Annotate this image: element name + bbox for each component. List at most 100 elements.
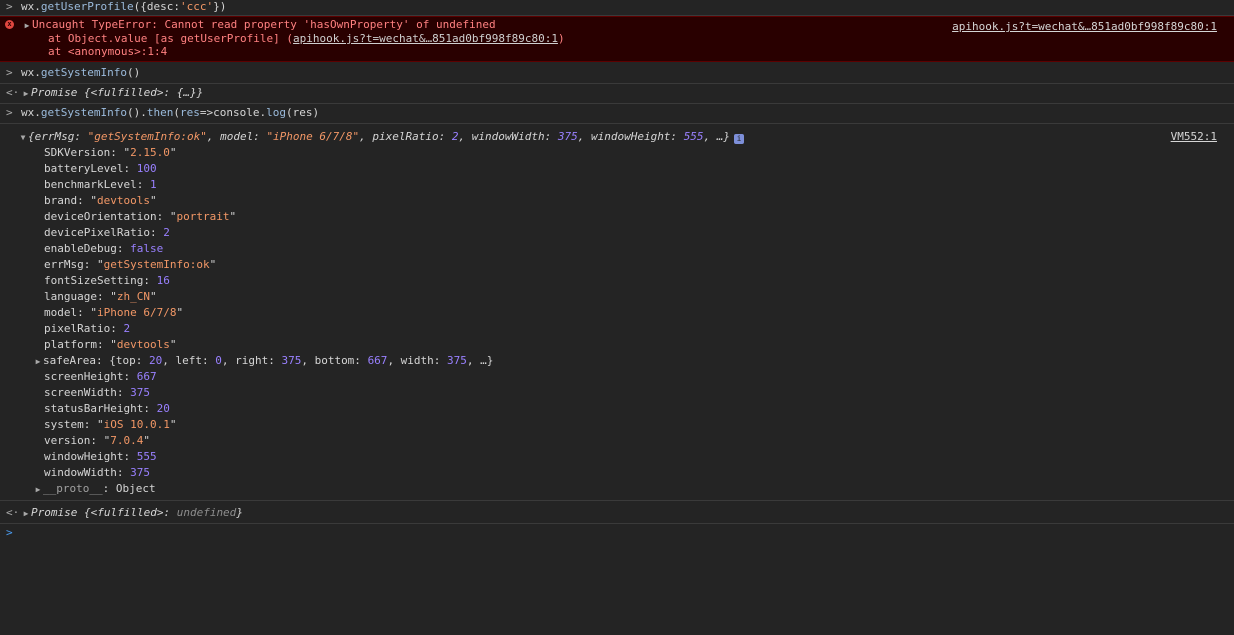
property-value: portrait — [176, 210, 230, 223]
code-token: wx. — [21, 106, 41, 119]
property-row: errMsg: "getSystemInfo:ok" — [44, 258, 217, 271]
code-token: getSystemInfo — [40, 66, 127, 79]
stack-frame-link[interactable]: apihook.js?t=wechat&…851ad0bf998f89c80:1 — [293, 32, 558, 45]
property-value: devtools — [97, 194, 150, 207]
error-icon: x — [5, 20, 14, 29]
property-key: windowHeight — [44, 450, 124, 463]
expand-caret-icon[interactable]: ▶ — [33, 354, 43, 370]
property-value: zh_CN — [116, 290, 150, 303]
error-text: Uncaught TypeError: Cannot read property… — [32, 18, 496, 31]
object-key: , pixelRatio: — [359, 130, 452, 143]
property-proto[interactable]: ▶ __proto__: Object — [0, 481, 1234, 497]
console-input-echo-getsysteminfo: > wx.getSystemInfo() — [0, 64, 1234, 84]
property-key: pixelRatio — [44, 322, 111, 335]
code-token: then — [146, 106, 174, 119]
property-value: 375 — [130, 466, 150, 479]
promise-text: } — [236, 506, 243, 519]
input-chevron-icon: > — [6, 66, 13, 79]
object-value: "getSystemInfo:ok" — [87, 130, 207, 143]
property-list: screenHeight: 667 screenWidth: 375 statusB… — [0, 369, 1234, 481]
property-key: safeArea — [43, 354, 96, 367]
property-value: 20 — [156, 402, 170, 415]
object-key: , windowHeight: — [577, 130, 684, 143]
expand-caret-icon[interactable]: ▶ — [21, 86, 31, 102]
property-row: version: "7.0.4" — [44, 434, 150, 447]
object-value: "iPhone 6/7/8" — [266, 130, 360, 143]
property-key: screenWidth — [44, 386, 117, 399]
object-key: , model: — [206, 130, 267, 143]
property-row: deviceOrientation: "portrait" — [44, 210, 237, 223]
property-row: fontSizeSetting: 16 — [44, 274, 170, 287]
property-value: devtools — [116, 338, 170, 351]
code-token: ({desc: — [133, 0, 180, 13]
property-row: enableDebug: false — [44, 242, 164, 255]
code-token: wx. — [21, 66, 41, 79]
property-key: deviceOrientation — [44, 210, 157, 223]
info-icon[interactable]: i — [734, 134, 745, 144]
property-key: batteryLevel — [44, 162, 124, 175]
input-chevron-icon: > — [6, 106, 13, 119]
object-key: {errMsg: — [28, 130, 88, 143]
property-key: language — [44, 290, 97, 303]
source-link[interactable]: VM552:1 — [1171, 128, 1217, 145]
object-key: , windowWidth: — [458, 130, 558, 143]
prompt-chevron-icon: > — [6, 526, 13, 539]
code-token: 'ccc' — [179, 0, 214, 13]
property-row: model: "iPhone 6/7/8" — [44, 306, 184, 319]
console-error-message: x ▶ Uncaught TypeError: Cannot read prope… — [0, 16, 1234, 62]
property-value: getSystemInfo:ok — [103, 258, 210, 271]
property-text: , width: — [387, 354, 448, 367]
property-value: 0 — [215, 354, 222, 367]
console-log-object: ▼ {errMsg: "getSystemInfo:ok", model: "iP… — [0, 124, 1234, 501]
property-row: windowHeight: 555 — [44, 450, 157, 463]
property-value: 7.0.4 — [110, 434, 144, 447]
property-key: __proto__ — [43, 482, 103, 495]
property-key: brand — [44, 194, 78, 207]
expand-caret-icon[interactable]: ▶ — [33, 482, 43, 498]
property-text: , left: — [162, 354, 216, 367]
property-value: false — [130, 242, 164, 255]
console-input-echo-then: > wx.getSystemInfo().then(res=>console.l… — [0, 104, 1234, 124]
property-text: , right: — [221, 354, 282, 367]
property-safearea[interactable]: ▶ safeArea: {top: 20, left: 0, right: 375… — [0, 353, 1234, 369]
promise-text: Promise {<fulfilled>: — [31, 506, 177, 519]
property-value: 555 — [136, 450, 157, 463]
property-row: benchmarkLevel: 1 — [44, 178, 157, 191]
property-row: devicePixelRatio: 2 — [44, 226, 170, 239]
object-key: , …} — [703, 130, 731, 143]
property-text: {top: — [109, 354, 149, 367]
result-chevron-icon: <· — [6, 86, 20, 99]
object-value: 2 — [451, 130, 459, 143]
property-value: 16 — [156, 274, 170, 287]
source-link[interactable]: apihook.js?t=wechat&…851ad0bf998f89c80:1 — [952, 20, 1217, 33]
property-value: 375 — [447, 354, 467, 367]
property-row: windowWidth: 375 — [44, 466, 150, 479]
expand-caret-icon[interactable]: ▶ — [21, 506, 31, 522]
code-token: wx. — [21, 0, 41, 13]
property-key: platform — [44, 338, 97, 351]
property-key: windowWidth — [44, 466, 117, 479]
property-key: devicePixelRatio — [44, 226, 150, 239]
console-result-promise: <· ▶ Promise {<fulfilled>: {…}} — [0, 84, 1234, 104]
stack-frame-text: ) — [557, 32, 565, 45]
property-value: 375 — [281, 354, 302, 367]
property-key: statusBarHeight — [44, 402, 144, 415]
object-value: 375 — [557, 130, 578, 143]
property-row: batteryLevel: 100 — [44, 162, 157, 175]
code-token: () — [126, 66, 141, 79]
object-summary[interactable]: ▼ {errMsg: "getSystemInfo:ok", model: "iP… — [0, 124, 1234, 145]
collapse-caret-icon[interactable]: ▼ — [18, 129, 28, 146]
input-chevron-icon: > — [6, 0, 13, 13]
code-token: log — [266, 106, 286, 119]
property-row: statusBarHeight: 20 — [44, 402, 170, 415]
console-result-promise-undefined: <· ▶ Promise {<fulfilled>: undefined} — [0, 504, 1234, 524]
promise-value: undefined — [176, 506, 237, 519]
property-value: 2.15.0 — [130, 146, 170, 159]
console-input-prompt[interactable]: > — [0, 524, 1234, 544]
code-token: res — [179, 106, 200, 119]
expand-caret-icon[interactable]: ▶ — [22, 19, 32, 32]
promise-text: Promise {<fulfilled>: {…}} — [31, 86, 204, 99]
property-key: model — [44, 306, 78, 319]
property-value: iPhone 6/7/8 — [97, 306, 177, 319]
code-token: getUserProfile — [40, 0, 134, 13]
